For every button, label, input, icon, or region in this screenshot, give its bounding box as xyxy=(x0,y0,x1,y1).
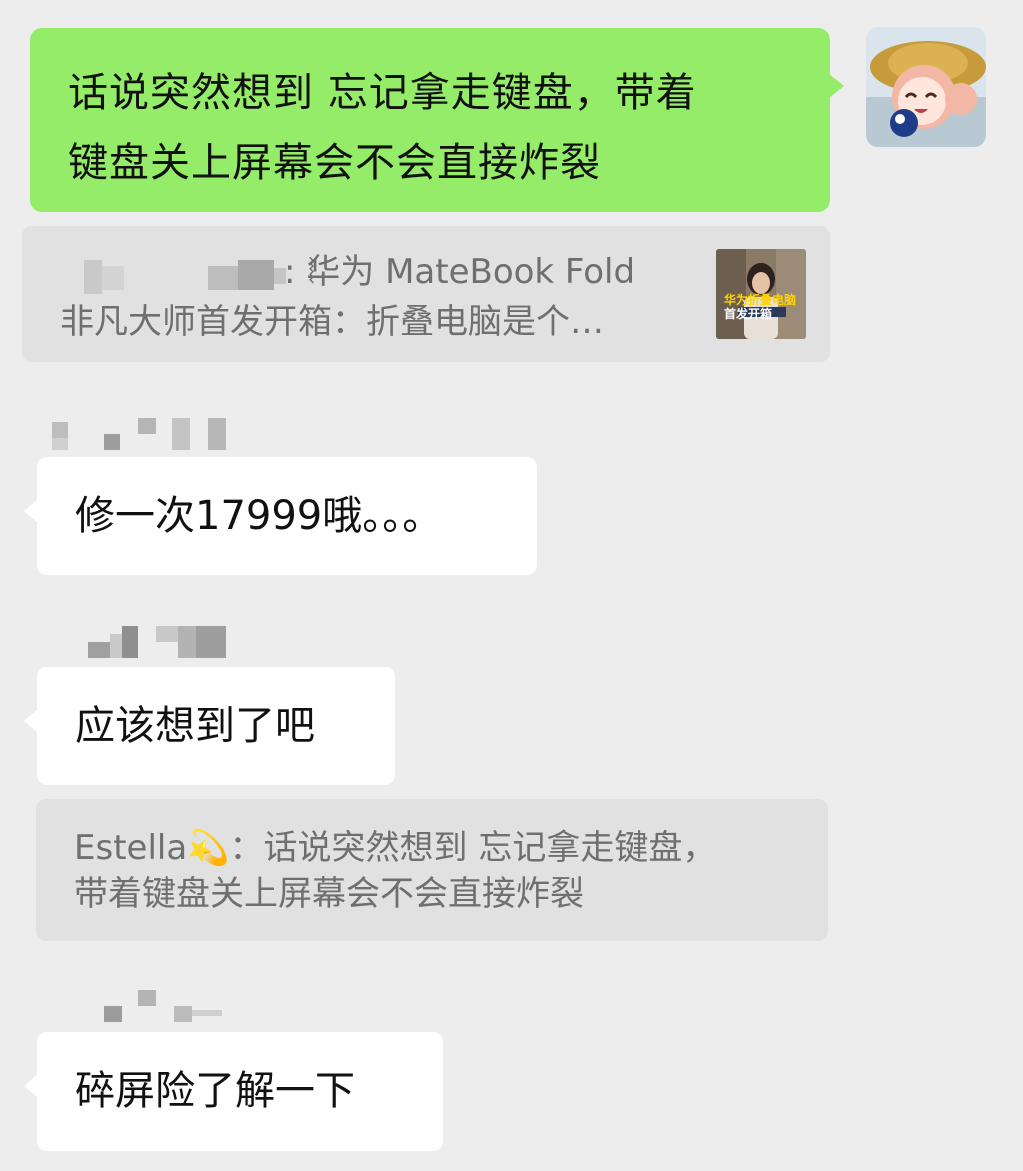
dizzy-star-icon: 💫 xyxy=(187,828,230,868)
outgoing-message-line-1: 话说突然想到 忘记拿走键盘，带着 xyxy=(68,70,697,116)
incoming-message-text: 修一次17999哦。。。 xyxy=(75,493,443,539)
outgoing-message-line-2: 键盘关上屏幕会不会直接炸裂 xyxy=(68,140,601,186)
quoted-reply-line-2: 带着键盘关上屏幕会不会直接炸裂 xyxy=(74,874,584,914)
quoted-reply-line-1: Estella💫：话说突然想到 忘记拿走键盘， xyxy=(74,825,790,871)
sender-name-blurred xyxy=(86,624,236,660)
sender-name-blurred xyxy=(102,988,232,1024)
thumbnail-caption-bottom: 首发开箱 xyxy=(724,307,773,321)
user-avatar[interactable] xyxy=(866,27,986,147)
anime-girl-avatar-icon xyxy=(866,27,986,147)
incoming-message-bubble[interactable]: 碎屏险了解一下 xyxy=(24,1032,443,1151)
quoted-reply[interactable]: Estella💫：话说突然想到 忘记拿走键盘， 带着键盘关上屏幕会不会直接炸裂 xyxy=(36,799,828,941)
quoted-text-part-1: ：话说突然想到 忘记拿走键盘， xyxy=(229,828,717,868)
article-thumbnail[interactable]: 华为折叠电脑 首发开箱 xyxy=(716,249,806,339)
shared-article-quote[interactable]: ⦚ : 华为 MateBook Fold 非凡大师首发开箱：折叠电脑是个… xyxy=(22,226,830,362)
incoming-message-bubble[interactable]: 应该想到了吧 xyxy=(24,667,395,785)
incoming-message-bubble[interactable]: 修一次17999哦。。。 xyxy=(24,457,537,575)
sender-name-blurred xyxy=(50,414,230,454)
outgoing-message-bubble[interactable]: 话说突然想到 忘记拿走键盘，带着 键盘关上屏幕会不会直接炸裂 xyxy=(30,28,844,212)
incoming-message-text: 应该想到了吧 xyxy=(75,703,315,749)
incoming-message-text: 碎屏险了解一下 xyxy=(75,1068,355,1114)
shared-article-title-line-2: 非凡大师首发开箱：折叠电脑是个… xyxy=(60,302,604,342)
quote-sender-name: Estella xyxy=(74,828,188,868)
shared-article-title-line-1: : 华为 MateBook Fold xyxy=(284,252,636,292)
